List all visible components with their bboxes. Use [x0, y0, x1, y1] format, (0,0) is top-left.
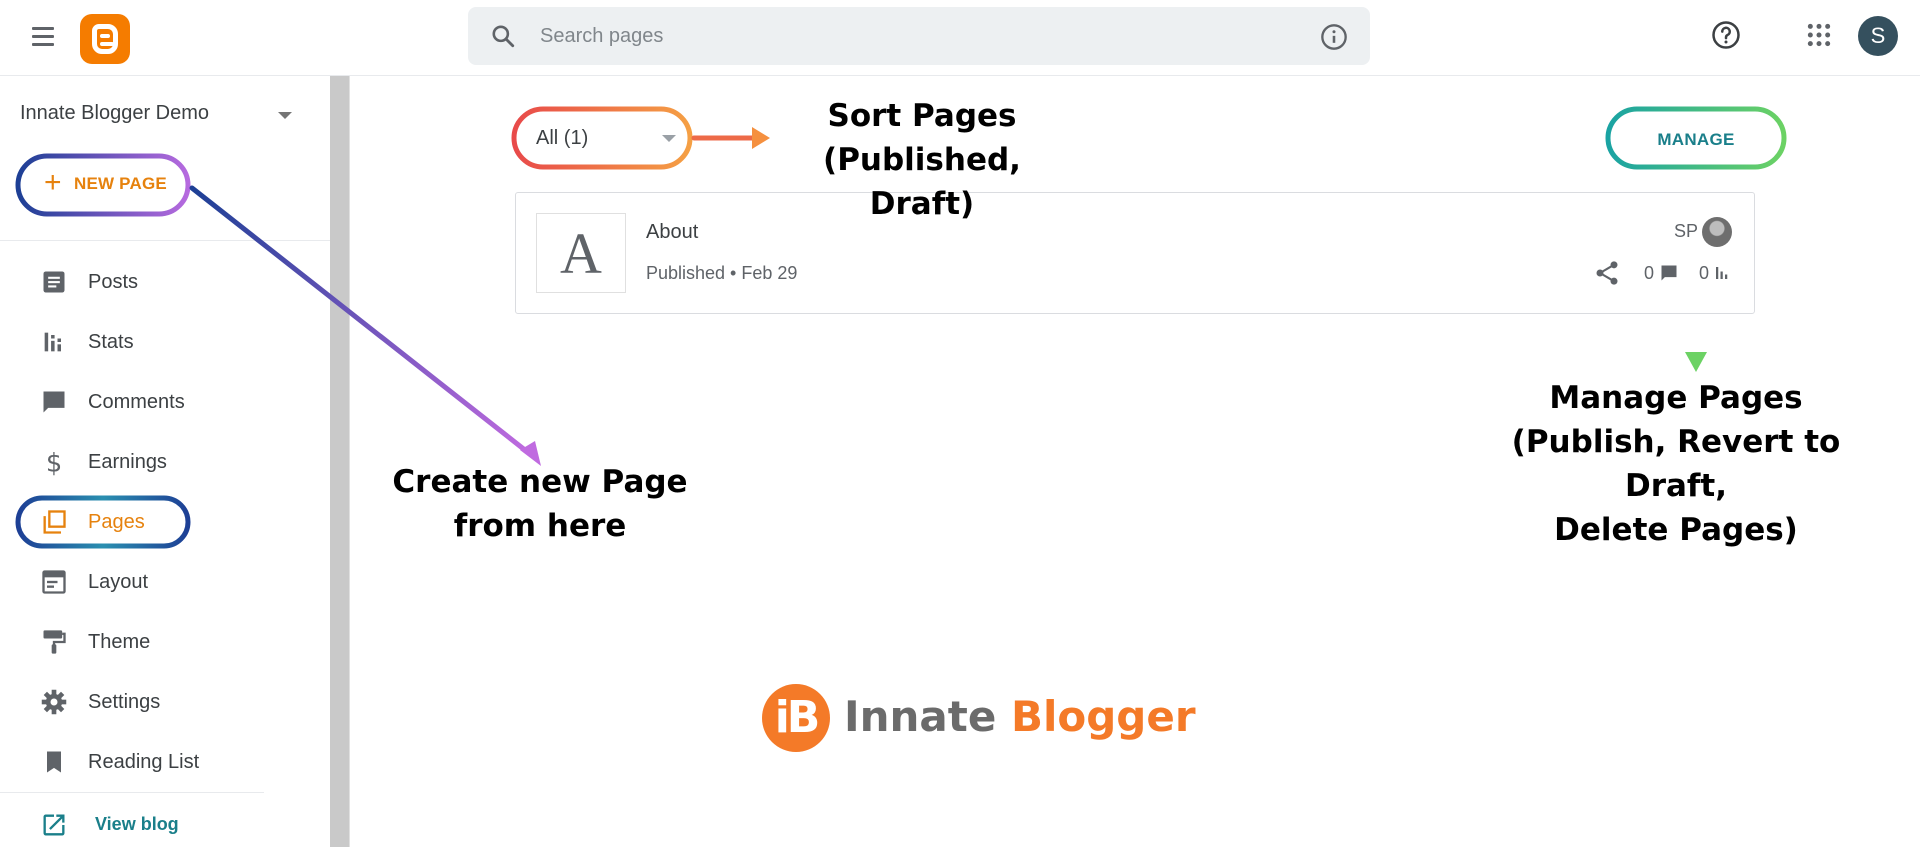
view-blog-label: View blog	[95, 814, 179, 834]
blogger-logo[interactable]	[80, 14, 130, 64]
search-bar	[468, 7, 1370, 65]
search-input[interactable]	[540, 19, 1240, 53]
new-page-label: NEW PAGE	[74, 174, 167, 193]
author-avatar	[1702, 217, 1732, 247]
innate-blogger-logo: iB	[762, 684, 830, 752]
comment-icon	[1661, 265, 1677, 281]
top-bar: S	[0, 0, 1920, 76]
manage-label: MANAGE	[1657, 130, 1735, 149]
share-icon[interactable]	[1593, 259, 1621, 287]
info-icon[interactable]	[1320, 23, 1348, 51]
page-row[interactable]: A About Published • Feb 29 SP 0 0	[515, 192, 1755, 314]
menu-icon[interactable]	[30, 24, 60, 50]
annotation-manage-line3: Delete Pages)	[1554, 512, 1798, 548]
chevron-down-icon	[278, 112, 292, 119]
sidebar-item-label: Pages	[88, 511, 145, 533]
sidebar-item-label: Stats	[88, 331, 134, 353]
brand-word-2: Blogger	[1010, 692, 1196, 741]
arrowhead-manage	[1685, 352, 1707, 372]
annotation-sort-line1: Sort Pages	[827, 98, 1017, 134]
sidebar-divider	[0, 240, 330, 241]
page-status-date: Published • Feb 29	[646, 263, 798, 283]
innate-blogger-wordmark: Innate Blogger	[844, 692, 1196, 741]
account-avatar[interactable]: S	[1858, 16, 1898, 56]
sidebar-item-stats[interactable]: Stats	[0, 318, 330, 366]
stats-icon	[44, 332, 61, 352]
sidebar-item-label: Theme	[88, 631, 151, 653]
manage-button[interactable]: MANAGE	[1608, 109, 1784, 167]
plus-icon: +	[44, 166, 62, 199]
sidebar-item-settings[interactable]: Settings	[0, 678, 330, 726]
page-thumbnail: A	[536, 213, 626, 293]
sidebar-item-label: Comments	[88, 391, 185, 413]
pages-icon	[43, 510, 66, 534]
sidebar-item-layout[interactable]: Layout	[0, 558, 330, 606]
view-count: 0	[1699, 263, 1710, 283]
page-filter-dropdown[interactable]: All (1)	[514, 109, 690, 167]
comment-count: 0	[1644, 263, 1655, 283]
open-external-icon	[43, 814, 65, 836]
annotation-manage: Manage Pages (Publish, Revert to Draft, …	[1476, 376, 1876, 552]
sidebar-item-earnings[interactable]: $ Earnings	[0, 438, 330, 486]
sidebar-scrollbar[interactable]	[330, 76, 350, 847]
chevron-down-icon	[662, 135, 676, 142]
annotation-sort-line2: (Published, Draft)	[823, 142, 1021, 222]
new-page-button[interactable]: + NEW PAGE	[18, 156, 188, 212]
sidebar-item-comments[interactable]: Comments	[0, 378, 330, 426]
posts-icon	[43, 271, 65, 293]
apps-grid-icon[interactable]	[1806, 22, 1832, 48]
stats-icon	[1716, 267, 1728, 279]
annotation-create: Create new Page from here	[392, 460, 688, 548]
sidebar-item-label: Layout	[88, 571, 149, 593]
sidebar: Innate Blogger Demo + NEW PAGE Posts Sta…	[0, 76, 330, 847]
annotation-manage-line2: (Publish, Revert to Draft,	[1511, 424, 1841, 504]
sidebar-item-label: Settings	[88, 691, 161, 713]
sidebar-item-posts[interactable]: Posts	[0, 258, 330, 306]
search-icon[interactable]	[490, 23, 516, 49]
view-blog-link[interactable]: View blog	[0, 799, 330, 847]
sidebar-item-label: Posts	[88, 271, 139, 293]
dollar-icon: $	[46, 448, 62, 476]
annotation-sort: Sort Pages (Published, Draft)	[772, 94, 1072, 226]
sidebar-item-label: Earnings	[88, 451, 167, 473]
sidebar-divider	[0, 792, 264, 793]
innate-blogger-watermark: iB Innate Blogger	[762, 684, 1196, 754]
blog-name: Innate Blogger Demo	[20, 102, 210, 124]
annotation-manage-line1: Manage Pages	[1549, 380, 1803, 416]
page-author: SP	[1674, 221, 1699, 241]
help-icon[interactable]	[1711, 20, 1741, 50]
annotation-create-line2: from here	[453, 508, 627, 544]
layout-icon	[42, 570, 66, 594]
sidebar-item-reading-list[interactable]: Reading List	[0, 738, 330, 786]
bookmark-icon	[47, 751, 61, 773]
svg-text:$: $	[46, 448, 62, 476]
page-title[interactable]: About	[646, 221, 698, 244]
sidebar-item-label: Reading List	[88, 751, 200, 773]
comment-icon	[43, 391, 65, 413]
filter-label: All (1)	[536, 127, 589, 149]
sidebar-item-pages[interactable]: Pages	[0, 498, 330, 546]
blog-selector[interactable]: Innate Blogger Demo	[20, 102, 300, 132]
sidebar-item-theme[interactable]: Theme	[0, 618, 330, 666]
annotation-create-line1: Create new Page	[392, 464, 688, 500]
arrowhead-sort	[752, 127, 770, 149]
brand-word-1: Innate	[844, 692, 997, 741]
gear-icon	[41, 689, 67, 715]
thumbnail-letter: A	[560, 221, 602, 286]
paint-roller-icon	[43, 630, 66, 654]
